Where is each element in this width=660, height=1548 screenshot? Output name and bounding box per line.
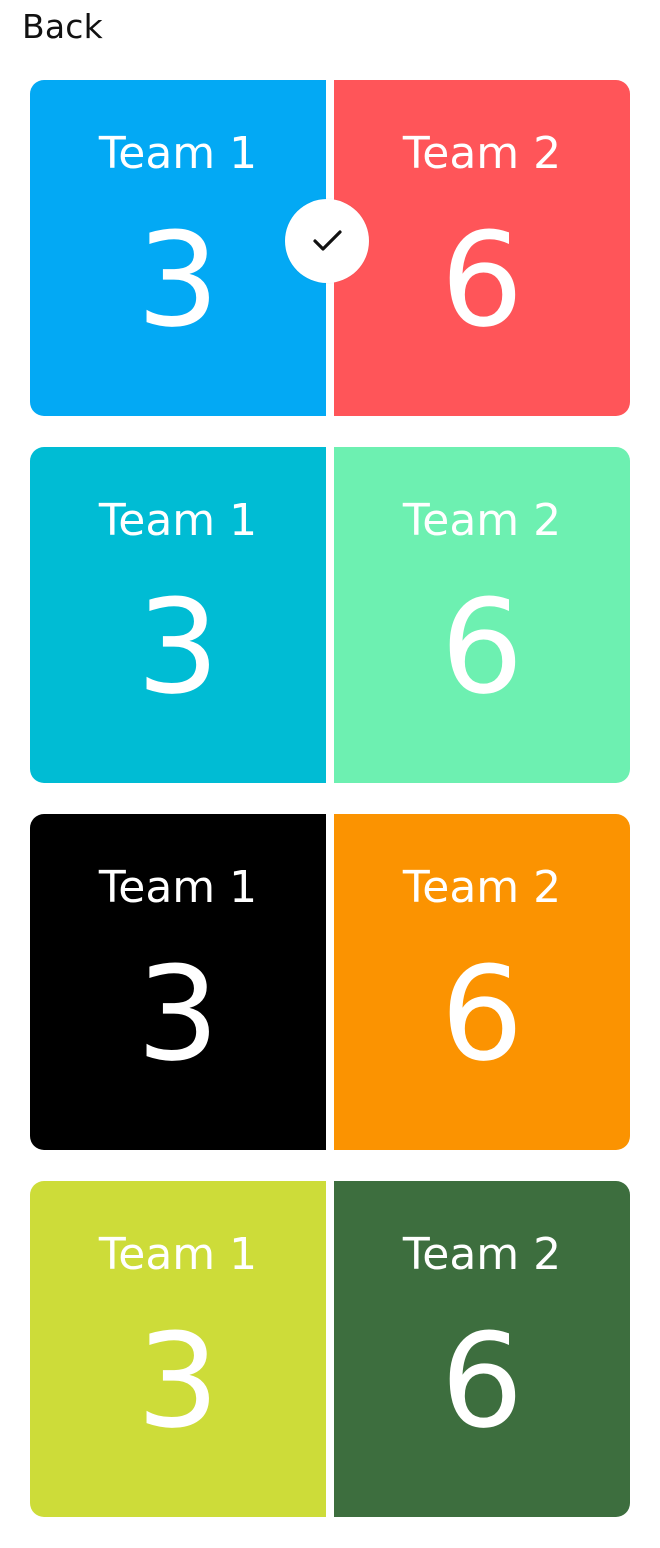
- team1-panel: Team 1 3: [30, 814, 326, 1150]
- theme-option-1[interactable]: Team 1 3 Team 2 6: [30, 80, 630, 416]
- team2-label: Team 2: [402, 1229, 562, 1280]
- team1-label: Team 1: [98, 1229, 258, 1280]
- team1-label: Team 1: [98, 862, 258, 913]
- team1-score: 3: [136, 938, 220, 1090]
- team2-label: Team 2: [402, 862, 562, 913]
- back-button[interactable]: Back: [22, 4, 103, 50]
- team2-label: Team 2: [402, 128, 562, 179]
- selected-indicator: [285, 199, 369, 283]
- team1-label: Team 1: [98, 495, 258, 546]
- team1-score: 3: [136, 1305, 220, 1457]
- team1-panel: Team 1 3: [30, 1181, 326, 1517]
- team2-panel: Team 2 6: [334, 447, 630, 783]
- team2-label: Team 2: [402, 495, 562, 546]
- team2-score: 6: [440, 571, 524, 723]
- team1-panel: Team 1 3: [30, 447, 326, 783]
- team1-label: Team 1: [98, 128, 258, 179]
- team2-score: 6: [440, 938, 524, 1090]
- theme-option-2[interactable]: Team 1 3 Team 2 6: [30, 447, 630, 783]
- team2-panel: Team 2 6: [334, 1181, 630, 1517]
- team1-panel: Team 1 3: [30, 80, 326, 416]
- theme-option-3[interactable]: Team 1 3 Team 2 6: [30, 814, 630, 1150]
- theme-option-4[interactable]: Team 1 3 Team 2 6: [30, 1181, 630, 1517]
- team1-score: 3: [136, 571, 220, 723]
- team1-score: 3: [136, 204, 220, 356]
- check-icon: [313, 230, 342, 251]
- team2-panel: Team 2 6: [334, 80, 630, 416]
- team2-score: 6: [440, 204, 524, 356]
- team2-panel: Team 2 6: [334, 814, 630, 1150]
- theme-list: Team 1 3 Team 2 6 Team 1 3 Team 2 6 Team…: [30, 80, 630, 1548]
- team2-score: 6: [440, 1305, 524, 1457]
